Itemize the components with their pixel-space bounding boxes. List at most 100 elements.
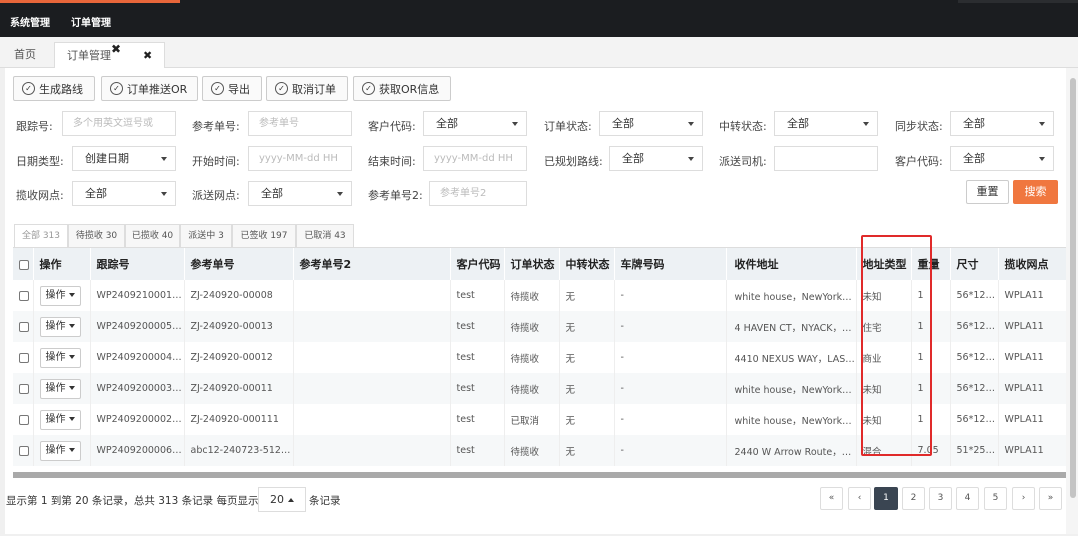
planned-route-select[interactable]: 全部 bbox=[609, 146, 703, 171]
ref-no-input[interactable]: 参考单号 bbox=[248, 111, 352, 136]
row-actions-label: 操作 bbox=[45, 351, 66, 363]
tab-home[interactable]: 首页 bbox=[4, 42, 46, 68]
row-actions-dropdown[interactable]: 操作 bbox=[39, 409, 81, 430]
row-select-cell[interactable] bbox=[13, 435, 34, 466]
row-checkbox[interactable] bbox=[19, 290, 29, 301]
fetch-or-info-button[interactable]: ✓ 获取OR信息 bbox=[353, 76, 451, 101]
chevron-down-icon bbox=[337, 192, 343, 196]
select-all-checkbox[interactable] bbox=[19, 259, 29, 270]
vertical-scrollbar[interactable] bbox=[1066, 68, 1078, 534]
vertical-scrollbar-thumb[interactable] bbox=[1070, 78, 1076, 498]
table-row[interactable]: 操作 WP2409200005324 ZJ-240920-00013 test 待揽收无… bbox=[13, 311, 1066, 342]
order-status-select[interactable]: 全部 bbox=[599, 111, 703, 136]
status-tab-signed[interactable]: 已签收 197 bbox=[232, 224, 296, 247]
status-tab-cancelled[interactable]: 已取消 43 bbox=[296, 224, 354, 247]
page-3-button[interactable]: 3 bbox=[929, 487, 952, 510]
weight-cell: 1 bbox=[911, 404, 951, 435]
row-actions-dropdown[interactable]: 操作 bbox=[39, 347, 81, 368]
cancel-order-button[interactable]: ✓ 取消订单 bbox=[266, 76, 348, 101]
row-actions-dropdown[interactable]: 操作 bbox=[39, 378, 81, 399]
column-header[interactable]: 重量 bbox=[911, 248, 951, 280]
transit-status-select[interactable]: 全部 bbox=[774, 111, 878, 136]
tab-order-management[interactable]: 订单管理 ✖ ✖ bbox=[54, 42, 165, 68]
search-button[interactable]: 搜索 bbox=[1013, 180, 1058, 204]
row-actions-dropdown[interactable]: 操作 bbox=[39, 316, 81, 337]
row-select-cell[interactable] bbox=[13, 342, 34, 373]
chevron-down-icon bbox=[68, 385, 75, 390]
push-order-or-button[interactable]: ✓ 订单推送OR bbox=[101, 76, 198, 101]
column-header[interactable]: 订单状态 bbox=[504, 248, 560, 280]
order-status-cell: 待揽收 bbox=[504, 435, 560, 466]
address-cell: white house，NewYork，... bbox=[726, 373, 857, 404]
row-select-cell[interactable] bbox=[13, 280, 34, 311]
tab-order-label: 订单管理 bbox=[67, 49, 111, 62]
row-actions-dropdown[interactable]: 操作 bbox=[39, 440, 81, 461]
ref-no2-input[interactable]: 参考单号2 bbox=[429, 181, 527, 206]
column-header[interactable]: 中转状态 bbox=[559, 248, 615, 280]
column-header[interactable]: 车牌号码 bbox=[614, 248, 727, 280]
select-all-header[interactable] bbox=[13, 248, 34, 280]
start-time-input[interactable]: yyyy-MM-dd HH bbox=[248, 146, 352, 171]
column-header[interactable]: 揽收网点 bbox=[998, 248, 1066, 280]
table-row[interactable]: 操作 WP2409200004205 ZJ-240920-00012 test 待揽收无… bbox=[13, 342, 1066, 373]
row-checkbox[interactable] bbox=[19, 445, 29, 456]
delivery-point-select[interactable]: 全部 bbox=[248, 181, 352, 206]
row-actions-cell: 操作 bbox=[33, 373, 91, 404]
transit-status-cell: 无 bbox=[559, 342, 615, 373]
nav-system-management[interactable]: 系统管理 bbox=[10, 14, 50, 29]
page-size-select[interactable]: 20 bbox=[258, 487, 306, 512]
page-4-button[interactable]: 4 bbox=[956, 487, 979, 510]
delivery-point-label: 派送网点: bbox=[192, 189, 240, 202]
column-header[interactable]: 收件地址 bbox=[726, 248, 857, 280]
status-tab-delivering[interactable]: 派送中 3 bbox=[180, 224, 232, 247]
row-checkbox[interactable] bbox=[19, 352, 29, 363]
page-5-button[interactable]: 5 bbox=[984, 487, 1007, 510]
horizontal-scrollbar[interactable] bbox=[13, 472, 1066, 478]
row-checkbox[interactable] bbox=[19, 321, 29, 332]
transit-status-cell: 无 bbox=[559, 280, 615, 311]
row-checkbox[interactable] bbox=[19, 414, 29, 425]
page-first-button[interactable]: « bbox=[820, 487, 843, 510]
column-header[interactable]: 地址类型 bbox=[856, 248, 912, 280]
column-header[interactable]: 尺寸 bbox=[950, 248, 999, 280]
sync-status-select[interactable]: 全部 bbox=[950, 111, 1054, 136]
close-all-tabs-icon[interactable]: ✖ bbox=[143, 43, 152, 69]
row-select-cell[interactable] bbox=[13, 373, 34, 404]
status-tab-all[interactable]: 全部 313 bbox=[14, 224, 68, 247]
pickup-point-select[interactable]: 全部 bbox=[72, 181, 176, 206]
column-header[interactable]: 参考单号 bbox=[184, 248, 294, 280]
reset-button[interactable]: 重置 bbox=[966, 180, 1009, 204]
table-row[interactable]: 操作 WP2409200002836 ZJ-240920-000111 test 已取消… bbox=[13, 404, 1066, 435]
address-cell: white house，NewYork，... bbox=[726, 404, 857, 435]
tab-close-icon[interactable]: ✖ bbox=[111, 36, 121, 62]
row-actions-dropdown[interactable]: 操作 bbox=[39, 285, 81, 306]
table-row[interactable]: 操作 WP2409200006785 abc12-240723-512737 test… bbox=[13, 435, 1066, 466]
tracking-input[interactable]: 多个用英文逗号或 bbox=[62, 111, 176, 136]
driver-input[interactable] bbox=[774, 146, 878, 171]
export-button[interactable]: ✓ 导出 bbox=[202, 76, 262, 101]
status-tab-pending-pickup[interactable]: 待揽收 30 bbox=[68, 224, 125, 247]
customer-code2-select[interactable]: 全部 bbox=[950, 146, 1054, 171]
column-header[interactable]: 客户代码 bbox=[450, 248, 505, 280]
nav-order-management[interactable]: 订单管理 bbox=[71, 14, 111, 29]
page-2-button[interactable]: 2 bbox=[902, 487, 925, 510]
column-header[interactable]: 参考单号2 bbox=[293, 248, 451, 280]
ref-no-cell: abc12-240723-512737 bbox=[184, 435, 294, 466]
top-navbar: 系统管理 订单管理 bbox=[0, 0, 1078, 37]
page-1-button[interactable]: 1 bbox=[874, 487, 898, 510]
status-tab-picked-up[interactable]: 已揽收 40 bbox=[125, 224, 180, 247]
column-header[interactable]: 跟踪号 bbox=[90, 248, 185, 280]
row-checkbox[interactable] bbox=[19, 383, 29, 394]
customer-code-select[interactable]: 全部 bbox=[423, 111, 527, 136]
table-row[interactable]: 操作 WP2409200003636 ZJ-240920-00011 test 待揽收无… bbox=[13, 373, 1066, 404]
page-next-button[interactable]: › bbox=[1012, 487, 1035, 510]
row-select-cell[interactable] bbox=[13, 404, 34, 435]
table-row[interactable]: 操作 WP2409210001913 ZJ-240920-00008 test 待揽收无… bbox=[13, 280, 1066, 311]
page-last-button[interactable]: » bbox=[1039, 487, 1062, 510]
horizontal-scrollbar-thumb[interactable] bbox=[13, 472, 1066, 478]
end-time-input[interactable]: yyyy-MM-dd HH bbox=[423, 146, 527, 171]
page-prev-button[interactable]: ‹ bbox=[848, 487, 871, 510]
date-type-select[interactable]: 创建日期 bbox=[72, 146, 176, 171]
generate-route-button[interactable]: ✓ 生成路线 bbox=[13, 76, 95, 101]
row-select-cell[interactable] bbox=[13, 311, 34, 342]
